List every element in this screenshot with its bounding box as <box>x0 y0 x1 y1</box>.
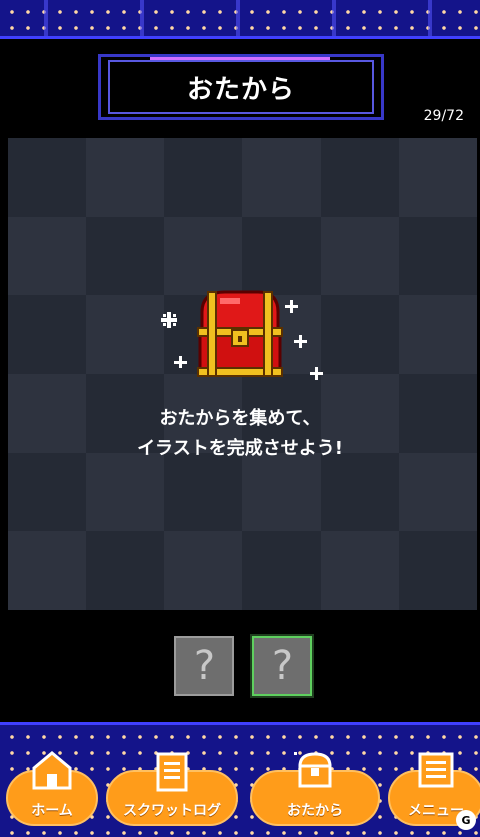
treasure-chest-icon <box>161 290 323 380</box>
treasure-chest-illustration <box>150 290 330 390</box>
board-cell <box>398 138 477 217</box>
board-cell <box>164 138 243 217</box>
log-book-icon <box>156 752 188 792</box>
nav-home-button[interactable]: ホーム <box>6 751 98 826</box>
watermark-logo: G <box>456 810 476 830</box>
board-cell <box>8 295 87 374</box>
board-cell <box>164 452 243 532</box>
instruction-line-2: イラストを完成させよう! <box>137 438 343 459</box>
board-cell <box>320 452 399 532</box>
board-cell <box>398 216 477 296</box>
nav-squat-log-label: スクワットログ <box>123 803 221 819</box>
treasure-slot-1[interactable]: ? <box>174 636 234 696</box>
board-cell <box>320 138 399 217</box>
menu-list-icon <box>418 752 454 788</box>
treasure-slot-2[interactable]: ? <box>252 636 312 696</box>
board-cell <box>242 216 321 296</box>
board-cell <box>320 531 399 610</box>
nav-squat-log-button[interactable]: スクワットログ <box>106 752 238 826</box>
chest-body <box>197 290 283 377</box>
page-title: おたから <box>186 74 295 105</box>
home-icon <box>32 751 72 790</box>
nav-treasure-label: おたから <box>287 803 343 819</box>
board-cell <box>320 216 399 296</box>
board-cell <box>8 216 87 296</box>
board-cell <box>86 452 165 532</box>
board-cell <box>8 452 87 532</box>
nav-home-label: ホーム <box>31 803 73 819</box>
board-cell <box>398 295 477 374</box>
board-cell <box>86 531 165 610</box>
board-cell <box>164 531 243 610</box>
board-cell <box>164 216 243 296</box>
board-cell <box>86 138 165 217</box>
board-cell <box>398 531 477 610</box>
board-cell <box>320 295 399 374</box>
board-cell <box>242 138 321 217</box>
treasure-chest-nav-icon <box>294 752 332 788</box>
board-cell <box>8 531 87 610</box>
instruction-line-1: おたからを集めて、 <box>159 408 321 429</box>
maze-top-border <box>0 0 480 39</box>
board-cell <box>398 452 477 532</box>
board-cell <box>8 138 87 217</box>
treasure-counter: 29/72 <box>423 108 464 124</box>
board-cell <box>86 216 165 296</box>
board-cell <box>242 531 321 610</box>
board-cell <box>242 452 321 532</box>
nav-treasure-button[interactable]: おたから <box>250 752 380 826</box>
title-box: おたから <box>108 60 374 114</box>
